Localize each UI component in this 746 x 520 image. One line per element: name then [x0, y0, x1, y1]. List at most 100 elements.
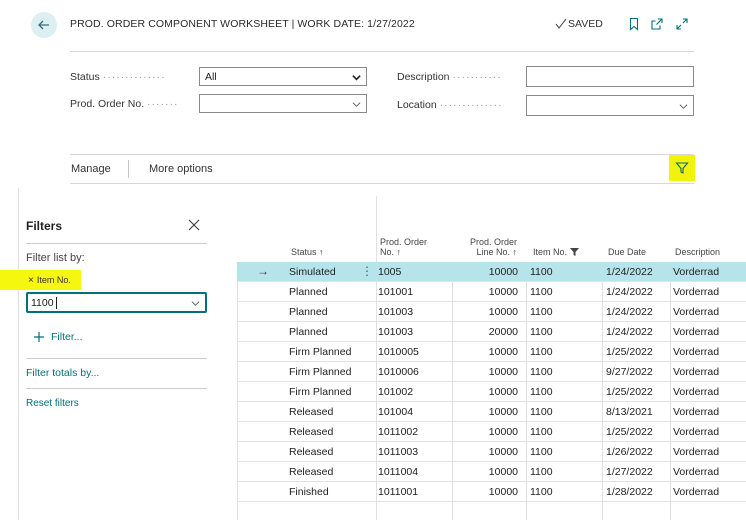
cell-status[interactable]: Firm Planned — [289, 366, 351, 378]
table-row[interactable]: Finished 1011001 10000 1100 1/28/2022 Vorderr… — [237, 482, 746, 502]
expand-icon[interactable] — [675, 17, 689, 31]
add-filter-icon[interactable] — [33, 330, 45, 342]
close-icon[interactable] — [187, 218, 201, 232]
cell-item-no[interactable]: 1100 — [530, 446, 553, 458]
cell-due-date[interactable]: 1/25/2022 — [606, 386, 653, 398]
filter-totals-by-link[interactable]: Filter totals by... — [26, 367, 99, 379]
cell-due-date[interactable]: 1/24/2022 — [606, 286, 653, 298]
cell-due-date[interactable]: 1/26/2022 — [606, 446, 653, 458]
column-header-due-date[interactable]: Due Date — [608, 247, 646, 257]
cell-description[interactable]: Vorderrad — [673, 486, 719, 498]
cell-description[interactable]: Vorderrad — [673, 446, 719, 458]
cell-due-date[interactable]: 1/25/2022 — [606, 426, 653, 438]
cell-prod-order-no[interactable]: 1005 — [378, 266, 401, 278]
cell-prod-order-no[interactable]: 101003 — [378, 306, 413, 318]
cell-prod-order-no[interactable]: 1010006 — [378, 366, 419, 378]
cell-description[interactable]: Vorderrad — [673, 346, 719, 358]
cell-description[interactable]: Vorderrad — [673, 406, 719, 418]
cell-due-date[interactable]: 1/24/2022 — [606, 326, 653, 338]
cell-item-no[interactable]: 1100 — [530, 426, 553, 438]
cell-description[interactable]: Vorderrad — [673, 326, 719, 338]
table-row[interactable]: Released 1011003 10000 1100 1/26/2022 Vorderr… — [237, 442, 746, 462]
cell-prod-order-no[interactable]: 1011003 — [378, 446, 418, 458]
add-filter-link[interactable]: Filter... — [51, 331, 83, 343]
table-row[interactable]: Firm Planned 1010006 10000 1100 9/27/2022 Vor… — [237, 362, 746, 382]
cell-line-no[interactable]: 20000 — [467, 326, 518, 338]
location-field[interactable] — [526, 95, 694, 116]
cell-status[interactable]: Simulated — [289, 266, 336, 278]
cell-prod-order-no[interactable]: 101004 — [378, 406, 413, 418]
table-row[interactable]: Firm Planned 1010005 10000 1100 1/25/2022 Vor… — [237, 342, 746, 362]
cell-due-date[interactable]: 1/28/2022 — [606, 486, 653, 498]
item-no-filter-input[interactable]: 1100 — [26, 292, 207, 313]
cell-item-no[interactable]: 1100 — [530, 266, 553, 278]
manage-action[interactable]: Manage — [71, 163, 111, 175]
cell-line-no[interactable]: 10000 — [467, 426, 518, 438]
table-row[interactable]: Planned 101001 10000 1100 1/24/2022 Vorderrad — [237, 282, 746, 302]
table-row[interactable]: Planned 101003 20000 1100 1/24/2022 Vorderrad — [237, 322, 746, 342]
column-header-description[interactable]: Description — [675, 247, 720, 257]
cell-status[interactable]: Planned — [289, 286, 328, 298]
cell-line-no[interactable]: 10000 — [467, 346, 518, 358]
cell-status[interactable]: Finished — [289, 486, 329, 498]
filter-pane-toggle[interactable] — [669, 155, 695, 181]
cell-item-no[interactable]: 1100 — [530, 326, 553, 338]
cell-line-no[interactable]: 10000 — [467, 386, 518, 398]
cell-status[interactable]: Released — [289, 406, 333, 418]
cell-description[interactable]: Vorderrad — [673, 266, 719, 278]
cell-prod-order-no[interactable]: 1011002 — [378, 426, 418, 438]
cell-line-no[interactable]: 10000 — [467, 466, 518, 478]
cell-status[interactable]: Planned — [289, 326, 328, 338]
cell-item-no[interactable]: 1100 — [530, 466, 553, 478]
reset-filters-link[interactable]: Reset filters — [26, 398, 79, 409]
cell-description[interactable]: Vorderrad — [673, 426, 719, 438]
cell-line-no[interactable]: 10000 — [467, 406, 518, 418]
table-row[interactable]: Planned 101003 10000 1100 1/24/2022 Vorderrad — [237, 302, 746, 322]
cell-due-date[interactable]: 9/27/2022 — [606, 366, 653, 378]
cell-item-no[interactable]: 1100 — [530, 286, 553, 298]
cell-description[interactable]: Vorderrad — [673, 286, 719, 298]
cell-status[interactable]: Released — [289, 466, 333, 478]
cell-description[interactable]: Vorderrad — [673, 466, 719, 478]
cell-line-no[interactable]: 10000 — [467, 266, 518, 278]
cell-item-no[interactable]: 1100 — [530, 486, 553, 498]
cell-item-no[interactable]: 1100 — [530, 346, 553, 358]
cell-status[interactable]: Planned — [289, 306, 328, 318]
cell-due-date[interactable]: 1/24/2022 — [606, 266, 653, 278]
row-actions-icon[interactable]: ⋮ — [361, 264, 373, 278]
open-new-window-icon[interactable] — [650, 17, 664, 31]
cell-status[interactable]: Released — [289, 446, 333, 458]
cell-line-no[interactable]: 10000 — [467, 286, 518, 298]
table-row[interactable]: Firm Planned 101002 10000 1100 1/25/2022 Vord… — [237, 382, 746, 402]
description-field[interactable] — [526, 66, 694, 87]
cell-line-no[interactable]: 10000 — [467, 486, 518, 498]
prod-order-no-field[interactable] — [199, 94, 367, 113]
cell-description[interactable]: Vorderrad — [673, 386, 719, 398]
status-select[interactable]: All — [199, 67, 367, 86]
table-row[interactable]: → ⋮ Simulated 1005 10000 1100 1/24/2022 Vorderr… — [237, 262, 746, 282]
cell-prod-order-no[interactable]: 1011001 — [378, 486, 418, 498]
cell-prod-order-no[interactable]: 101003 — [378, 326, 413, 338]
cell-line-no[interactable]: 10000 — [467, 446, 518, 458]
cell-item-no[interactable]: 1100 — [530, 366, 553, 378]
cell-prod-order-no[interactable]: 1010005 — [378, 346, 419, 358]
cell-item-no[interactable]: 1100 — [530, 406, 553, 418]
cell-due-date[interactable]: 8/13/2021 — [606, 406, 653, 418]
table-row[interactable]: Released 1011004 10000 1100 1/27/2022 Vorderr… — [237, 462, 746, 482]
table-row[interactable]: Released 1011002 10000 1100 1/25/2022 Vorderr… — [237, 422, 746, 442]
more-options-action[interactable]: More options — [149, 163, 213, 175]
cell-due-date[interactable]: 1/24/2022 — [606, 306, 653, 318]
column-header-prod-order-no[interactable]: Prod. Order No. ↑ — [380, 237, 427, 257]
cell-status[interactable]: Released — [289, 426, 333, 438]
item-no-filter-chip[interactable]: × Item No. — [0, 270, 81, 290]
cell-line-no[interactable]: 10000 — [467, 366, 518, 378]
cell-description[interactable]: Vorderrad — [673, 366, 719, 378]
column-header-item-no[interactable]: Item No. — [533, 247, 579, 257]
cell-item-no[interactable]: 1100 — [530, 306, 553, 318]
cell-prod-order-no[interactable]: 1011004 — [378, 466, 418, 478]
remove-filter-icon[interactable]: × — [28, 275, 34, 286]
cell-due-date[interactable]: 1/25/2022 — [606, 346, 653, 358]
column-header-status[interactable]: Status ↑ — [291, 247, 324, 257]
back-button[interactable] — [31, 12, 57, 38]
cell-line-no[interactable]: 10000 — [467, 306, 518, 318]
